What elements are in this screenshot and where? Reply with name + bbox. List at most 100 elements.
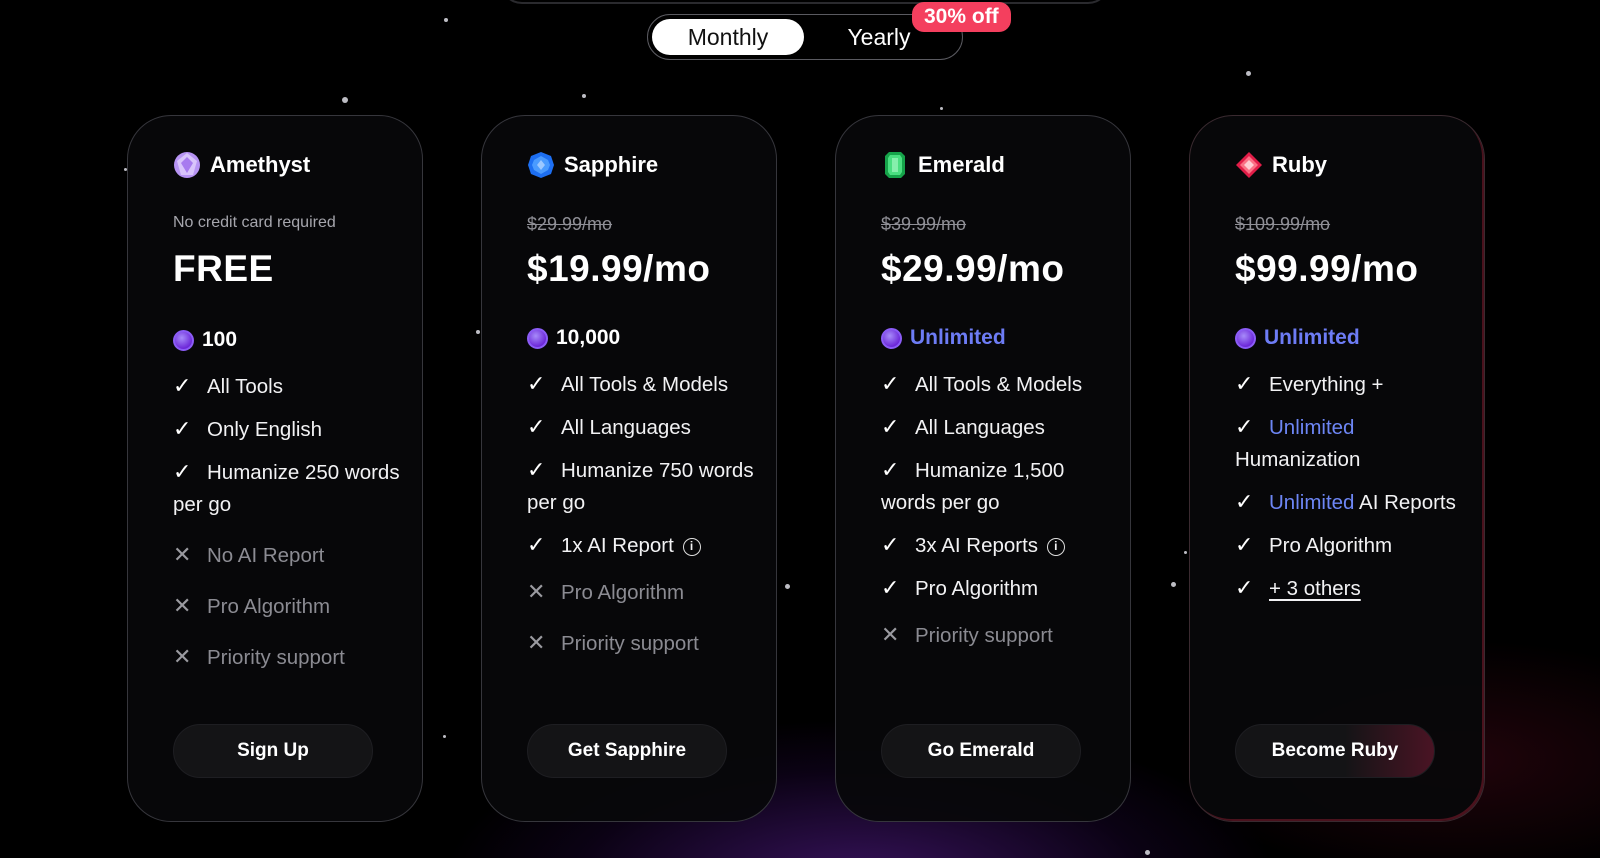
credits-value: Unlimited bbox=[1264, 326, 1360, 349]
plan-card-ruby: Ruby $109.99/mo $99.99/mo Unlimited ✓ Eve… bbox=[1189, 115, 1485, 822]
feature-item-excluded: ✕ Priority support bbox=[173, 623, 413, 674]
feature-list: ✓ Everything + ✓ Unlimited Humanization ✓ Un… bbox=[1235, 358, 1475, 605]
star bbox=[444, 18, 448, 22]
check-icon: ✓ bbox=[1235, 414, 1254, 439]
credits-value: 100 bbox=[202, 328, 238, 351]
credit-coin-icon bbox=[881, 327, 902, 349]
feature-text: All Tools & Models bbox=[915, 373, 1083, 396]
original-price: $39.99/mo bbox=[881, 214, 967, 234]
billing-option-monthly[interactable]: Monthly bbox=[652, 19, 804, 55]
check-icon: ✓ bbox=[173, 459, 192, 484]
feature-item: ✓ Only English bbox=[173, 403, 413, 446]
plan-card-emerald: Emerald $39.99/mo $29.99/mo Unlimited ✓ A… bbox=[835, 115, 1131, 822]
plan-name: Ruby bbox=[1272, 152, 1327, 177]
plan-header: Amethyst bbox=[173, 148, 422, 182]
plan-credits: Unlimited bbox=[881, 324, 1130, 352]
cross-icon: ✕ bbox=[173, 644, 192, 669]
feature-text: 1x AI Report bbox=[561, 534, 674, 557]
check-icon: ✓ bbox=[1235, 371, 1254, 396]
credit-coin-icon bbox=[527, 327, 548, 349]
plan-header: Sapphire bbox=[527, 148, 776, 182]
check-icon: ✓ bbox=[173, 373, 192, 398]
plan-header: Emerald bbox=[881, 148, 1130, 182]
become-ruby-button[interactable]: Become Ruby bbox=[1235, 724, 1435, 778]
feature-text: Humanize 1,500 words per go bbox=[881, 459, 1065, 514]
check-icon: ✓ bbox=[881, 532, 900, 557]
feature-text: Priority support bbox=[561, 632, 699, 655]
cross-icon: ✕ bbox=[527, 630, 546, 655]
feature-item: ✓ Unlimited Humanization bbox=[1235, 401, 1475, 476]
plan-card-amethyst: Amethyst No credit card required FREE 10… bbox=[127, 115, 423, 822]
check-icon: ✓ bbox=[1235, 575, 1254, 600]
feature-text: 3x AI Reports bbox=[915, 534, 1039, 557]
star bbox=[1145, 850, 1150, 855]
feature-item-excluded: ✕ Priority support bbox=[881, 605, 1121, 652]
feature-text: AI Reports bbox=[1359, 491, 1456, 514]
credits-value: 10,000 bbox=[556, 326, 621, 349]
top-panel-edge bbox=[500, 0, 1110, 4]
original-price: $109.99/mo bbox=[1235, 214, 1331, 234]
feature-text: Humanize 250 words per go bbox=[173, 461, 400, 516]
plan-price: $99.99/mo bbox=[1235, 248, 1419, 289]
star bbox=[940, 107, 943, 110]
plan-note: No credit card required bbox=[173, 214, 336, 231]
discount-badge: 30% off bbox=[912, 2, 1011, 32]
feature-item: ✓ All Tools & Models bbox=[881, 358, 1121, 401]
cross-icon: ✕ bbox=[173, 542, 192, 567]
feature-text: Humanization bbox=[1235, 448, 1361, 471]
star bbox=[1171, 582, 1176, 587]
sapphire-gem-icon bbox=[527, 151, 555, 179]
feature-text: No AI Report bbox=[207, 544, 325, 567]
feature-text: Humanize 750 words per go bbox=[527, 459, 754, 514]
feature-text: Priority support bbox=[915, 624, 1053, 647]
star bbox=[476, 330, 480, 334]
feature-text: All Languages bbox=[561, 416, 691, 439]
check-icon: ✓ bbox=[881, 371, 900, 396]
credit-coin-icon bbox=[1235, 327, 1256, 349]
emerald-gem-icon bbox=[881, 151, 909, 179]
check-icon: ✓ bbox=[1235, 532, 1254, 557]
more-features-link[interactable]: + 3 others bbox=[1269, 577, 1361, 600]
plan-price: FREE bbox=[173, 248, 274, 289]
feature-item: ✓ Humanize 750 words per go bbox=[527, 444, 767, 519]
plan-name: Sapphire bbox=[564, 152, 659, 177]
go-emerald-button[interactable]: Go Emerald bbox=[881, 724, 1081, 778]
feature-item: ✓ + 3 others bbox=[1235, 562, 1475, 605]
check-icon: ✓ bbox=[1235, 489, 1254, 514]
feature-item: ✓ Humanize 1,500 words per go bbox=[881, 444, 1121, 519]
feature-text: Pro Algorithm bbox=[561, 581, 685, 604]
feature-highlight: Unlimited bbox=[1269, 416, 1355, 439]
feature-text: Only English bbox=[207, 418, 323, 441]
feature-item: ✓ Unlimited AI Reports bbox=[1235, 476, 1475, 519]
check-icon: ✓ bbox=[527, 532, 546, 557]
get-sapphire-button[interactable]: Get Sapphire bbox=[527, 724, 727, 778]
check-icon: ✓ bbox=[527, 414, 546, 439]
feature-item: ✓ Pro Algorithm bbox=[1235, 519, 1475, 562]
feature-item-excluded: ✕ Pro Algorithm bbox=[173, 572, 413, 623]
amethyst-gem-icon bbox=[173, 151, 201, 179]
sign-up-button[interactable]: Sign Up bbox=[173, 724, 373, 778]
plan-price: $19.99/mo bbox=[527, 248, 711, 289]
credits-value: Unlimited bbox=[910, 326, 1006, 349]
feature-text: Priority support bbox=[207, 646, 345, 669]
check-icon: ✓ bbox=[881, 457, 900, 482]
feature-text: Pro Algorithm bbox=[915, 577, 1039, 600]
check-icon: ✓ bbox=[527, 457, 546, 482]
feature-text: Everything + bbox=[1269, 373, 1384, 396]
feature-item: ✓ All Languages bbox=[881, 401, 1121, 444]
feature-item: ✓ Everything + bbox=[1235, 358, 1475, 401]
check-icon: ✓ bbox=[527, 371, 546, 396]
feature-item-excluded: ✕ No AI Report bbox=[173, 521, 413, 572]
info-icon[interactable]: i bbox=[1046, 538, 1065, 556]
info-icon[interactable]: i bbox=[682, 538, 701, 556]
plan-credits: Unlimited bbox=[1235, 324, 1484, 352]
feature-list: ✓ All Tools ✓ Only English ✓ Humanize 250 w… bbox=[173, 360, 413, 674]
original-price: $29.99/mo bbox=[527, 214, 613, 234]
pricing-section: Monthly Yearly 30% off Amethyst No credi… bbox=[0, 0, 1600, 858]
feature-item: ✓ 1x AI Report i bbox=[527, 519, 767, 562]
star bbox=[785, 584, 790, 589]
credit-coin-icon bbox=[173, 329, 194, 351]
feature-item: ✓ Humanize 250 words per go bbox=[173, 446, 413, 521]
feature-text: All Languages bbox=[915, 416, 1045, 439]
star bbox=[443, 735, 446, 738]
